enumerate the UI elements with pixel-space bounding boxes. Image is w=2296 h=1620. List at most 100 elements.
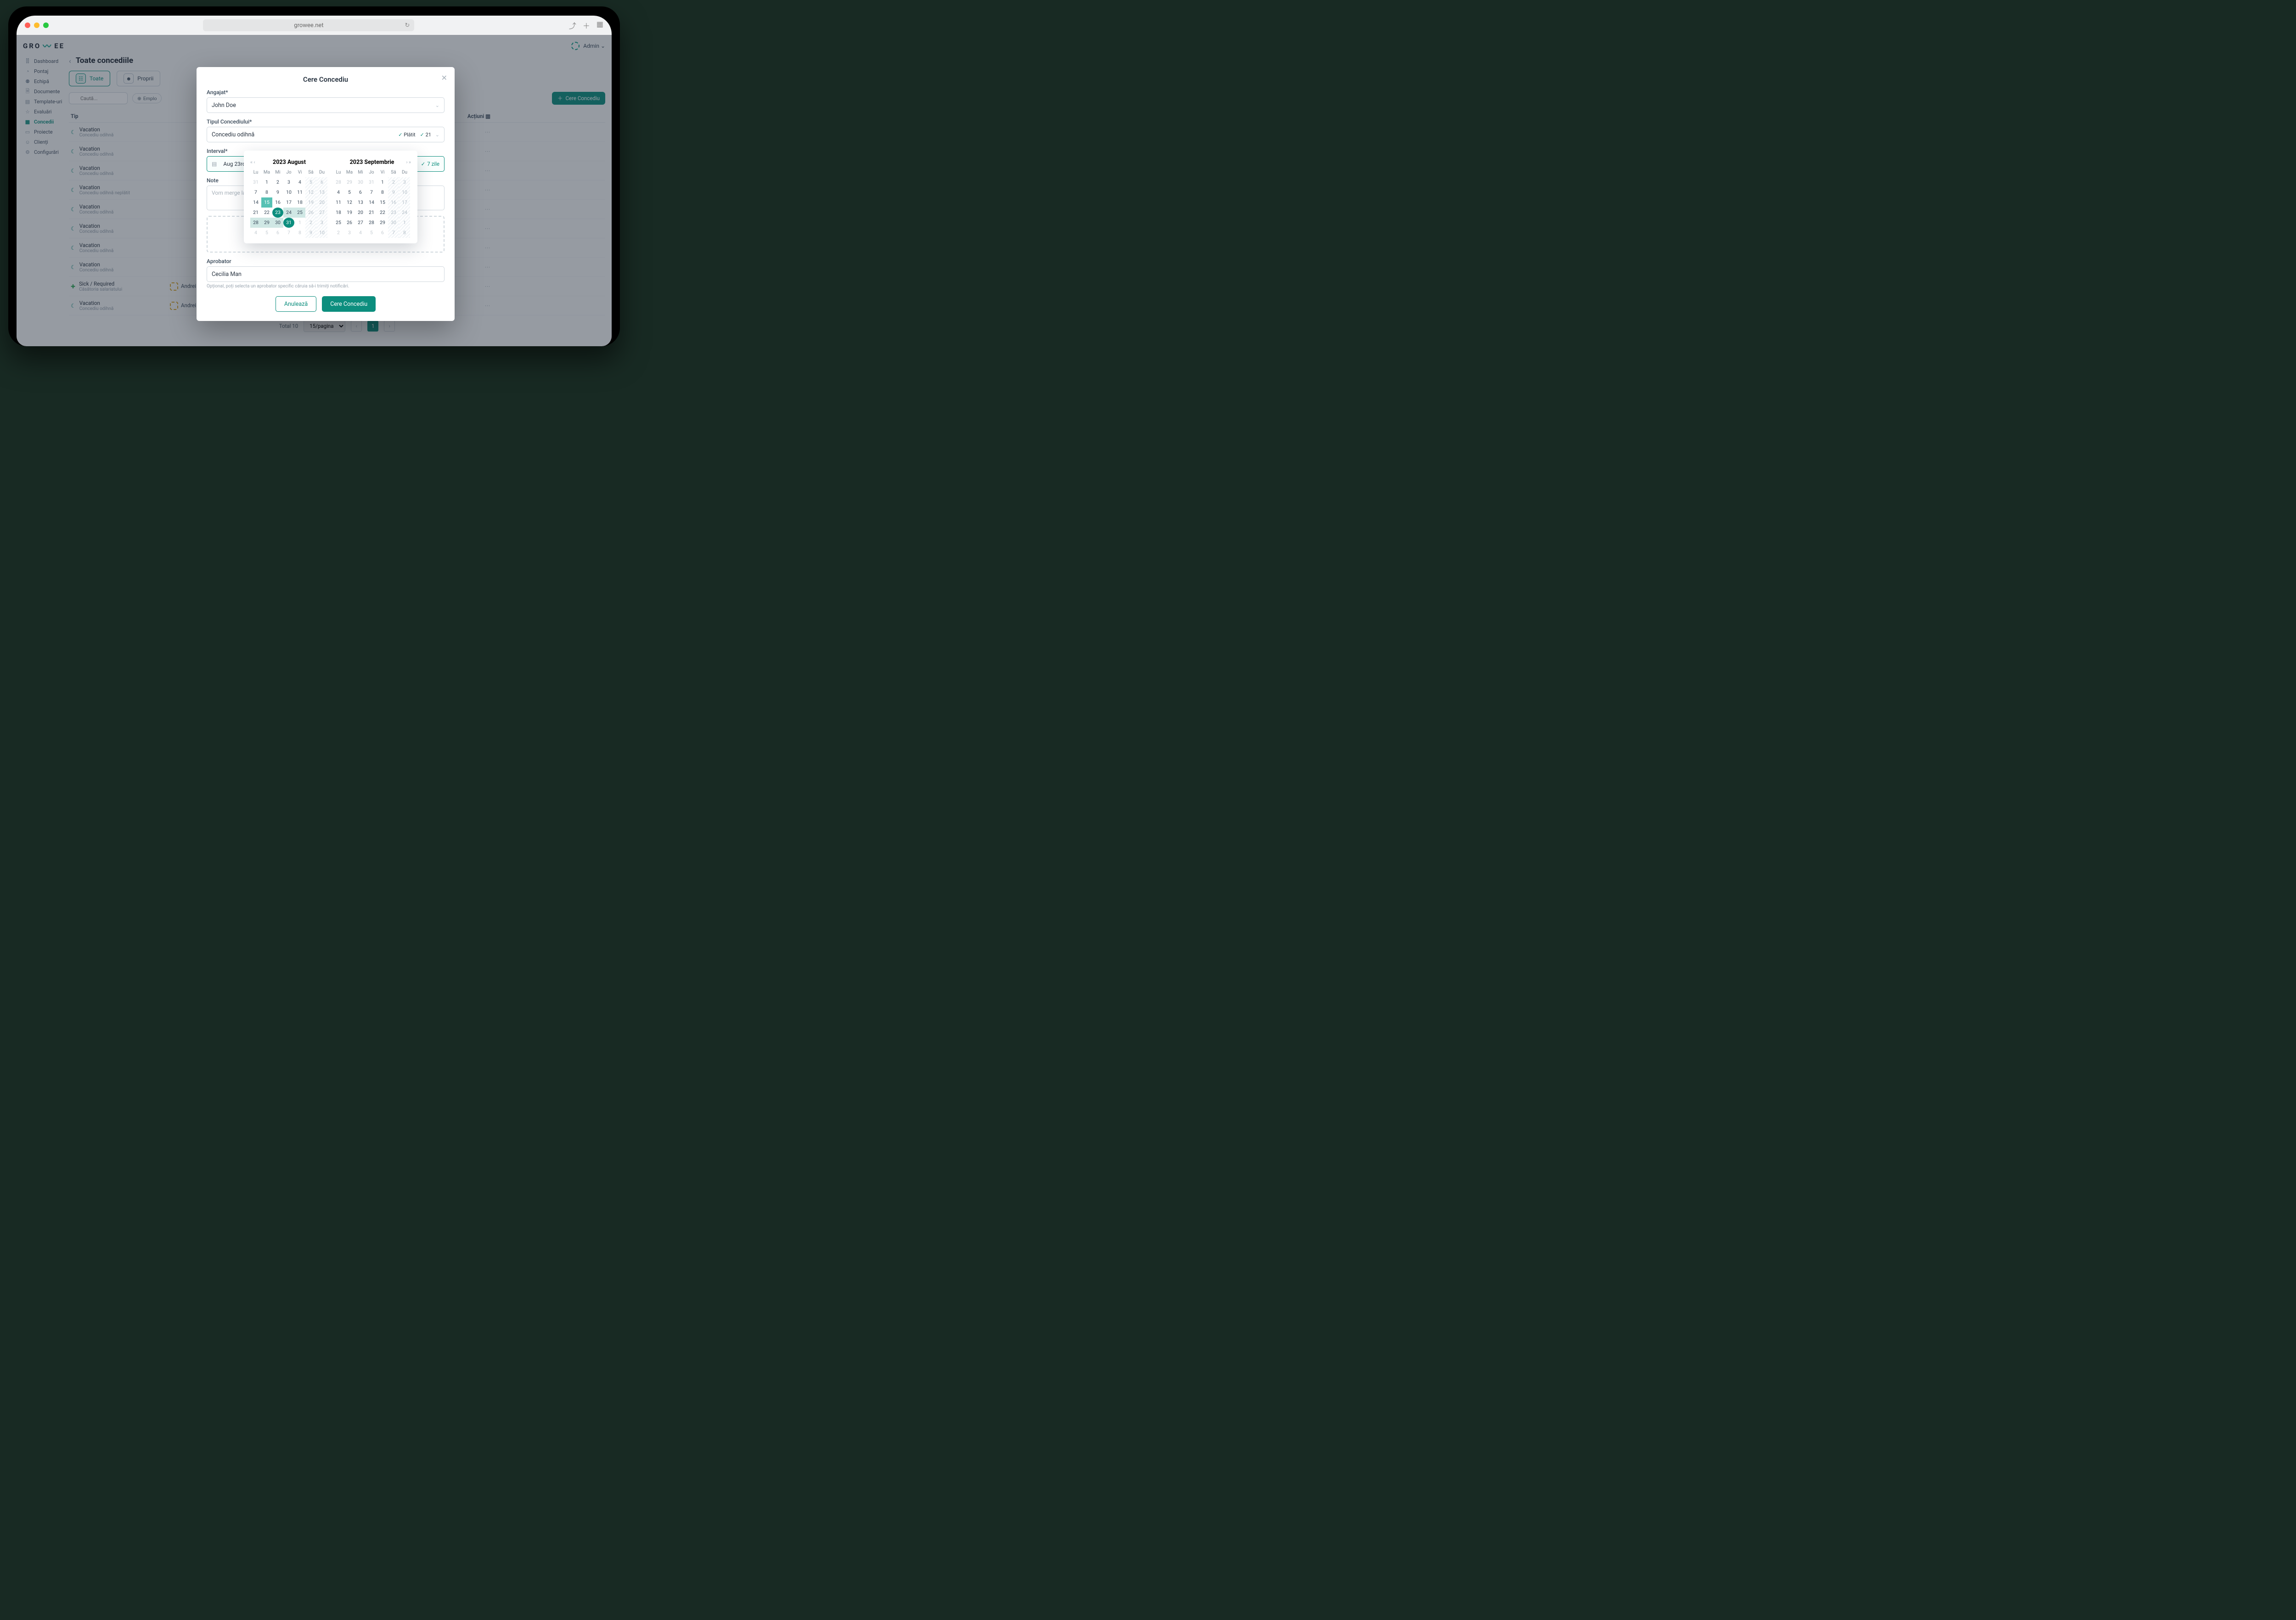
calendar-day[interactable]: 27: [355, 218, 366, 228]
calendar-day[interactable]: 5: [305, 177, 316, 187]
calendar-day[interactable]: 8: [294, 228, 305, 238]
calendar-day[interactable]: 4: [294, 177, 305, 187]
calendar-day[interactable]: 15: [377, 197, 388, 208]
calendar-day[interactable]: 18: [333, 208, 344, 218]
calendar-day[interactable]: 5: [366, 228, 377, 238]
calendar-day[interactable]: 25: [294, 208, 305, 218]
address-bar[interactable]: growee.net ↻: [203, 19, 414, 31]
leavetype-select[interactable]: Concediu odihnă ✓ Plătit ✓ 21 ⌄: [207, 127, 445, 142]
calendar-day[interactable]: 6: [355, 187, 366, 197]
calendar-day[interactable]: 31: [366, 177, 377, 187]
calendar-day[interactable]: 30: [355, 177, 366, 187]
window-minimize-button[interactable]: [34, 22, 39, 28]
calendar-day[interactable]: 3: [344, 228, 355, 238]
calendar-day[interactable]: 2: [305, 218, 316, 228]
calendar-day[interactable]: 7: [283, 228, 294, 238]
calendar-day[interactable]: 26: [344, 218, 355, 228]
modal-close-button[interactable]: ✕: [441, 73, 447, 82]
calendar-day[interactable]: 11: [333, 197, 344, 208]
approver-select[interactable]: Cecilia Man: [207, 266, 445, 282]
window-maximize-button[interactable]: [43, 22, 49, 28]
calendar-day[interactable]: 14: [250, 197, 261, 208]
calendar-day[interactable]: 8: [261, 187, 272, 197]
calendar-day[interactable]: 30: [272, 218, 283, 228]
calendar-day[interactable]: 2: [388, 177, 399, 187]
calendar-day[interactable]: 28: [250, 218, 261, 228]
calendar-day[interactable]: 10: [283, 187, 294, 197]
window-close-button[interactable]: [25, 22, 30, 28]
calendar-day[interactable]: 23: [388, 208, 399, 218]
calendar-day[interactable]: 14: [366, 197, 377, 208]
calendar-day[interactable]: 19: [305, 197, 316, 208]
share-icon[interactable]: ⤴: [569, 20, 576, 31]
calendar-day[interactable]: 1: [399, 218, 410, 228]
calendar-day[interactable]: 7: [388, 228, 399, 238]
calendar-day[interactable]: 11: [294, 187, 305, 197]
calendar-day[interactable]: 6: [272, 228, 283, 238]
calendar-day[interactable]: 2: [333, 228, 344, 238]
calendar-day[interactable]: 2: [272, 177, 283, 187]
cancel-button[interactable]: Anulează: [276, 296, 316, 312]
calendar-day[interactable]: 4: [355, 228, 366, 238]
calendar-day[interactable]: 9: [388, 187, 399, 197]
calendar-day[interactable]: 7: [366, 187, 377, 197]
calendar-day[interactable]: 26: [305, 208, 316, 218]
calendar-day[interactable]: 3: [399, 177, 410, 187]
calendar-day[interactable]: 1: [294, 218, 305, 228]
calendar-day[interactable]: 29: [344, 177, 355, 187]
submit-button[interactable]: Cere Concediu: [322, 296, 376, 312]
calendar-day[interactable]: 27: [316, 208, 327, 218]
calendar-day[interactable]: 18: [294, 197, 305, 208]
calendar-day[interactable]: 3: [316, 218, 327, 228]
calendar-day[interactable]: 13: [316, 187, 327, 197]
new-tab-icon[interactable]: ＋: [583, 20, 590, 31]
calendar-day[interactable]: 25: [333, 218, 344, 228]
calendar-day[interactable]: 20: [355, 208, 366, 218]
calendar-day[interactable]: 12: [305, 187, 316, 197]
calendar-day[interactable]: 24: [283, 208, 294, 218]
prev-year-button[interactable]: « ‹: [250, 160, 255, 165]
calendar-day[interactable]: 31: [283, 218, 294, 228]
calendar-day[interactable]: 9: [305, 228, 316, 238]
calendar-day[interactable]: 10: [399, 187, 410, 197]
calendar-day[interactable]: 23: [272, 208, 283, 218]
calendar-day[interactable]: 19: [344, 208, 355, 218]
calendar-day[interactable]: 1: [377, 177, 388, 187]
calendar-day[interactable]: 9: [272, 187, 283, 197]
calendar-day[interactable]: 28: [366, 218, 377, 228]
calendar-day[interactable]: 8: [399, 228, 410, 238]
calendar-day[interactable]: 7: [250, 187, 261, 197]
calendar-day[interactable]: 17: [283, 197, 294, 208]
calendar-day[interactable]: 21: [366, 208, 377, 218]
calendar-day[interactable]: 17: [399, 197, 410, 208]
calendar-day[interactable]: 15: [261, 197, 272, 208]
calendar-day[interactable]: 22: [377, 208, 388, 218]
calendar-day[interactable]: 1: [261, 177, 272, 187]
calendar-day[interactable]: 22: [261, 208, 272, 218]
calendar-day[interactable]: 24: [399, 208, 410, 218]
calendar-day[interactable]: 13: [355, 197, 366, 208]
reload-icon[interactable]: ↻: [405, 22, 410, 29]
calendar-day[interactable]: 5: [344, 187, 355, 197]
calendar-day[interactable]: 21: [250, 208, 261, 218]
calendar-day[interactable]: 12: [344, 197, 355, 208]
calendar-day[interactable]: 31: [250, 177, 261, 187]
calendar-day[interactable]: 16: [388, 197, 399, 208]
calendar-day[interactable]: 4: [250, 228, 261, 238]
calendar-day[interactable]: 3: [283, 177, 294, 187]
calendar-day[interactable]: 4: [333, 187, 344, 197]
calendar-day[interactable]: 28: [333, 177, 344, 187]
calendar-day[interactable]: 8: [377, 187, 388, 197]
calendar-day[interactable]: 10: [316, 228, 327, 238]
calendar-day[interactable]: 5: [261, 228, 272, 238]
calendar-day[interactable]: 20: [316, 197, 327, 208]
calendar-day[interactable]: 16: [272, 197, 283, 208]
calendar-day[interactable]: 29: [377, 218, 388, 228]
calendar-day[interactable]: 6: [377, 228, 388, 238]
calendar-day[interactable]: 29: [261, 218, 272, 228]
calendar-day[interactable]: 6: [316, 177, 327, 187]
next-year-button[interactable]: › »: [406, 160, 411, 165]
calendar-day[interactable]: 30: [388, 218, 399, 228]
tabs-grid-icon[interactable]: ▦: [597, 20, 603, 31]
employee-select[interactable]: John Doe ⌄: [207, 97, 445, 113]
